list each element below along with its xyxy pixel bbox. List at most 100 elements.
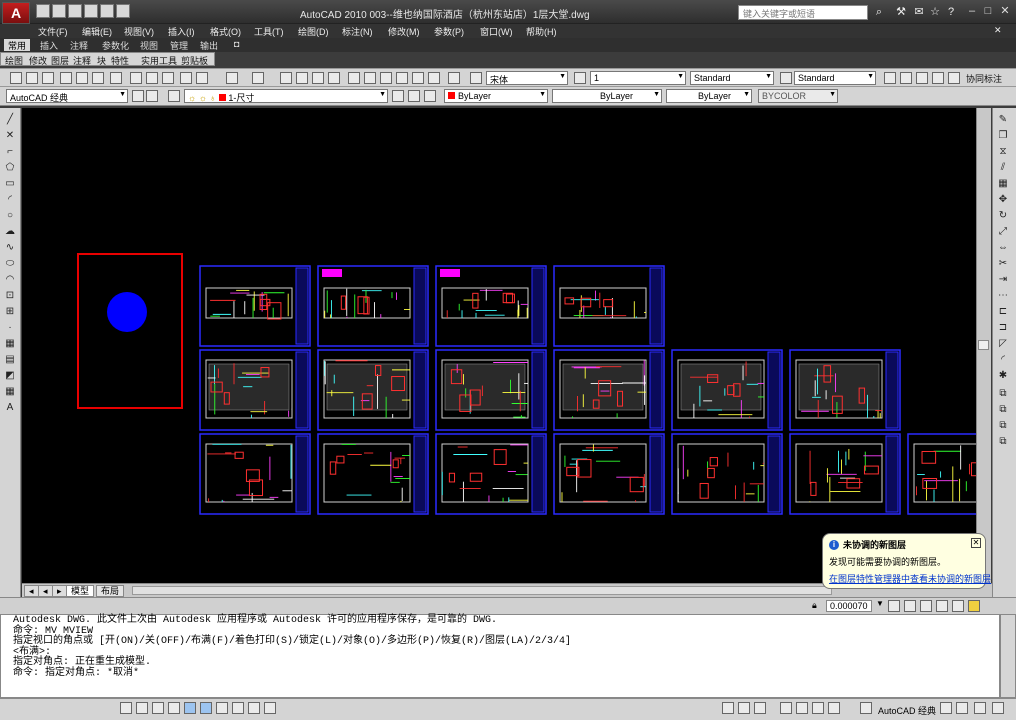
mtext-icon[interactable]: A [4,402,16,414]
search-icon[interactable]: ⌕ [872,5,886,19]
menu-parametric[interactable]: 参数(P) [434,25,464,38]
color-dropdown[interactable]: ByLayer ▼ [444,89,548,103]
pan-icon[interactable] [280,72,292,84]
3d-dwf-icon[interactable] [110,72,122,84]
trim-icon[interactable]: ✂ [997,258,1009,270]
model-space-icon[interactable] [722,702,734,714]
stretch-icon[interactable]: ⇔ [997,242,1009,254]
layer-notification-icon[interactable] [952,600,964,612]
grid-display-icon[interactable] [136,702,148,714]
tab-output[interactable]: 输出 [196,39,222,51]
table-style-dropdown[interactable]: Standard ▼ [794,71,876,85]
layer-dropdown[interactable]: ☼ ☼ ♁ 1-尺寸 ▼ [184,89,388,103]
move-icon[interactable]: ✥ [997,194,1009,206]
panel-modify[interactable]: 修改 [29,54,47,67]
plotstyle-dropdown[interactable]: BYCOLOR ▼ [758,89,838,103]
multileader-icon[interactable] [884,72,896,84]
panel-block[interactable]: 块 [97,54,106,67]
table-icon[interactable]: ▦ [4,386,16,398]
hatch-icon[interactable]: ▦ [4,338,16,350]
extra-toolbar-label[interactable]: 协同标注 [966,72,1002,85]
drawing-sheet[interactable] [789,349,901,431]
zoom-realtime-icon[interactable] [296,72,308,84]
command-line[interactable]: Autodesk DWG. 此文件上次由 Autodesk 应用程序或 Auto… [0,614,1000,698]
menu-format[interactable]: 格式(O) [210,25,241,38]
ortho-mode-icon[interactable] [152,702,164,714]
layer-freeze-vp-icon[interactable] [920,600,932,612]
redo-icon[interactable] [252,72,264,84]
text-height-icon[interactable] [574,72,586,84]
status-menu-icon[interactable] [974,702,986,714]
drawing-sheet[interactable] [317,265,429,347]
new-file-icon[interactable] [36,4,50,18]
panel-clipboard[interactable]: 剪贴板 [181,54,208,67]
block-editor-icon[interactable] [196,72,208,84]
revision-cloud-icon[interactable]: ☁ [4,226,16,238]
region-icon[interactable]: ◩ [4,370,16,382]
redo-icon[interactable] [116,4,130,18]
draw-order-above-icon[interactable]: ⧉ [997,420,1009,432]
quick-properties-icon[interactable] [264,702,276,714]
vertical-scrollbar[interactable] [976,108,991,583]
copy-object-icon[interactable]: ❐ [997,130,1009,142]
drawing-sheet[interactable] [671,349,783,431]
fillet-icon[interactable]: ◜ [997,354,1009,366]
polar-tracking-icon[interactable] [168,702,180,714]
construction-line-icon[interactable]: ✕ [4,130,16,142]
menu-view[interactable]: 视图(V) [124,25,154,38]
pan-status-icon[interactable] [780,702,792,714]
erase-icon[interactable]: ✎ [997,114,1009,126]
communication-center-icon[interactable]: ✉ [912,5,926,19]
steeringwheel-icon[interactable] [812,702,824,714]
open-icon[interactable] [26,72,38,84]
dimension-icon[interactable] [916,72,928,84]
zoom-window-icon[interactable] [312,72,324,84]
panel-properties[interactable]: 特性 [111,54,129,67]
polyline-icon[interactable]: ⌐ [4,146,16,158]
tab-annotate[interactable]: 注释 [66,39,92,51]
layer-iso-icon[interactable] [424,90,436,102]
tab-layout[interactable]: 布局 [96,585,125,597]
tab-nav-prev-icon[interactable]: ◂ [38,585,53,597]
maximize-vp-status-icon[interactable] [860,702,872,714]
drawing-sheet[interactable] [199,265,311,347]
break-at-point-icon[interactable]: ⋯ [997,290,1009,302]
lineweight-dropdown[interactable]: ByLayer ▼ [666,89,752,103]
zoom-previous-icon[interactable] [328,72,340,84]
tool-palettes-icon[interactable] [380,72,392,84]
workspace-switch[interactable]: AutoCAD 经典 [878,704,936,717]
circle-icon[interactable]: ○ [4,210,16,222]
tab-nav-first-icon[interactable]: ◂ [24,585,39,597]
offset-icon[interactable]: ⫽ [997,162,1009,174]
paste-icon[interactable] [162,72,174,84]
object-snap-icon[interactable] [184,702,196,714]
drawing-sheet[interactable] [435,265,547,347]
spline-icon[interactable]: ∿ [4,242,16,254]
undo-icon[interactable] [100,4,114,18]
menu-file[interactable]: 文件(F) [38,25,68,38]
sheet-set-icon[interactable] [396,72,408,84]
markup-icon[interactable] [412,72,424,84]
panel-annotation[interactable]: 注释 [73,54,91,67]
plot-preview-icon[interactable] [76,72,88,84]
menu-dimension[interactable]: 标注(N) [342,25,373,38]
drawing-sheet[interactable] [553,433,665,515]
quick-view-icon[interactable] [754,702,766,714]
menu-edit[interactable]: 编辑(E) [82,25,112,38]
save-icon[interactable] [68,4,82,18]
drawing-sheet[interactable] [435,433,547,515]
make-block-icon[interactable]: ⊞ [4,306,16,318]
tab-view[interactable]: 视图 [136,39,162,51]
tab-manage[interactable]: 管理 [166,39,192,51]
arc-icon[interactable]: ◜ [4,194,16,206]
open-file-icon[interactable] [52,4,66,18]
tab-insert[interactable]: 插入 [36,39,62,51]
drawing-sheet[interactable] [199,433,311,515]
lineweight-toggle-icon[interactable] [248,702,260,714]
make-current-icon[interactable] [392,90,404,102]
linetype-dropdown[interactable]: ByLayer ▼ [552,89,662,103]
extend-icon[interactable]: ⇥ [997,274,1009,286]
drawing-sheet[interactable] [671,433,783,515]
qnew-icon[interactable] [10,72,22,84]
zoom-status-icon[interactable] [796,702,808,714]
